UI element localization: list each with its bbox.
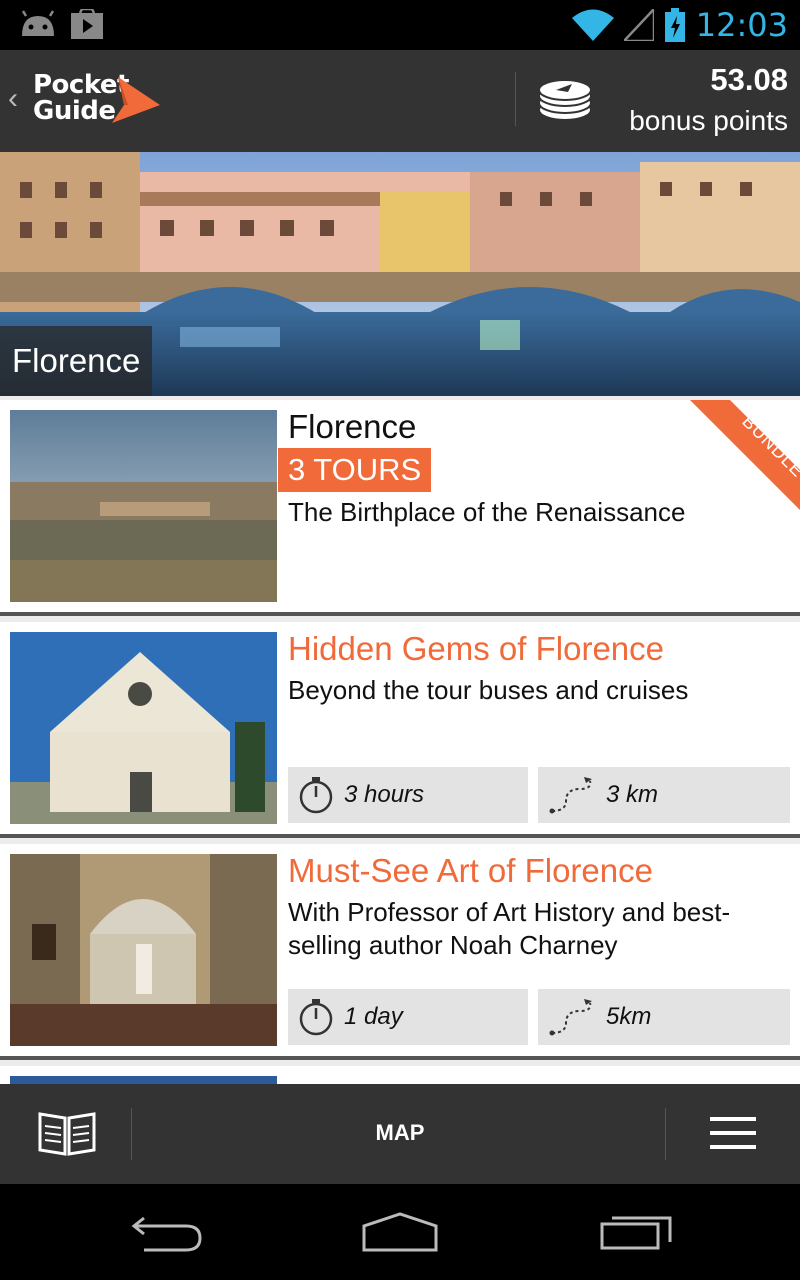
- toolbar-divider: [131, 1108, 132, 1160]
- card-title: Florence: [288, 408, 417, 445]
- card-title: Hidden Gems of Florence: [288, 630, 665, 667]
- duration-stat: 3 hours: [288, 767, 528, 823]
- system-nav-bar: [0, 1184, 800, 1280]
- card-thumbnail: [10, 632, 277, 824]
- route-icon: [549, 999, 592, 1036]
- play-store-icon: [71, 9, 103, 39]
- card-subtitle: With Professor of Art History and best-s…: [288, 897, 731, 960]
- android-icon: [21, 10, 55, 36]
- stopwatch-icon: [299, 777, 333, 814]
- clock: 12:03: [695, 6, 788, 44]
- list-item[interactable]: Must-See Art of Florence With Professor …: [0, 844, 800, 1060]
- app-header: ‹ Pocket Guide 53.08 bonus points: [0, 50, 800, 152]
- back-chevron-icon[interactable]: ‹: [8, 82, 18, 116]
- route-icon: [549, 777, 592, 814]
- card-title: Must-See Art of Florence: [288, 852, 653, 889]
- back-icon[interactable]: [130, 1212, 202, 1252]
- points-value: 53.08: [710, 62, 788, 97]
- points-label: bonus points: [629, 105, 788, 136]
- status-bar: 12:03: [0, 0, 800, 50]
- list-item[interactable]: Hidden Gems of Florence Beyond the tour …: [0, 622, 800, 838]
- list-item[interactable]: Florence 3 TOURS The Birthplace of the R…: [0, 400, 800, 616]
- tours-badge: 3 TOURS: [278, 448, 432, 492]
- home-icon[interactable]: [360, 1210, 440, 1254]
- distance-value: 3 km: [606, 781, 659, 808]
- bottom-toolbar: MAP: [0, 1084, 800, 1184]
- card-thumbnail: [10, 854, 277, 1046]
- distance-stat: 3 km: [538, 767, 790, 823]
- wifi-icon: [571, 9, 614, 41]
- coins-icon[interactable]: [536, 78, 594, 122]
- hero-banner[interactable]: Florence: [0, 152, 800, 396]
- distance-value: 5km: [606, 1003, 652, 1030]
- menu-icon[interactable]: [710, 1115, 756, 1151]
- distance-stat: 5km: [538, 989, 790, 1045]
- card-subtitle: Beyond the tour buses and cruises: [288, 675, 689, 705]
- header-divider: [515, 72, 516, 126]
- stopwatch-icon: [299, 999, 333, 1036]
- hero-city-label: Florence: [0, 326, 153, 396]
- map-button[interactable]: MAP: [340, 1120, 460, 1146]
- duration-value: 1 day: [344, 1003, 403, 1030]
- duration-value: 3 hours: [344, 781, 425, 808]
- recents-icon[interactable]: [598, 1212, 674, 1252]
- bundle-ribbon: BUNDLE: [690, 400, 800, 510]
- toolbar-divider: [665, 1108, 666, 1160]
- signal-icon: [623, 9, 654, 41]
- duration-stat: 1 day: [288, 989, 528, 1045]
- book-icon[interactable]: [38, 1110, 96, 1158]
- logo-arrow-icon: [112, 77, 160, 123]
- card-thumbnail: [10, 410, 277, 602]
- battery-icon: [664, 8, 685, 42]
